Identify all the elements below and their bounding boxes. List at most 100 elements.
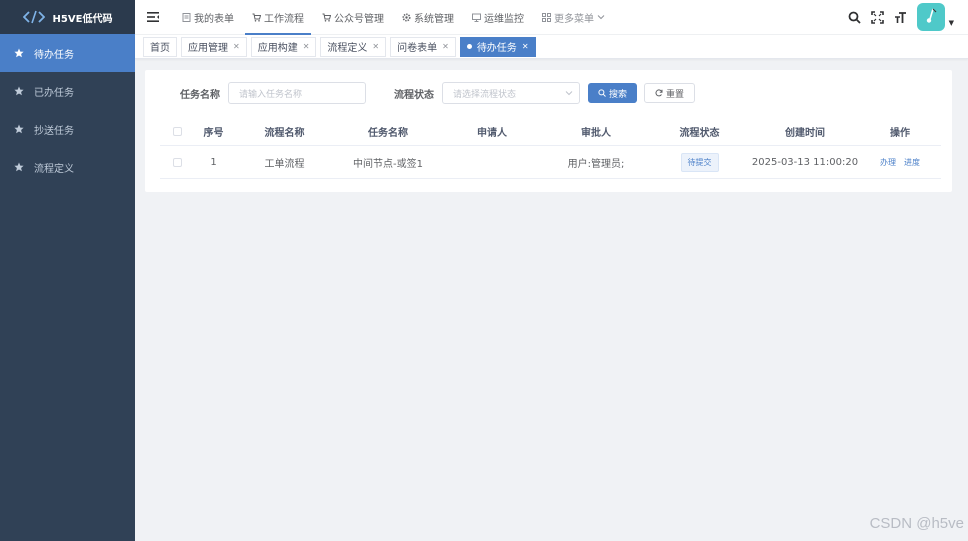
- reset-button[interactable]: 重置: [644, 83, 696, 103]
- avatar[interactable]: [916, 3, 945, 31]
- topnav-label: 系统管理: [414, 13, 454, 25]
- row-checkbox-cell: [160, 157, 194, 167]
- chevron-down-icon: [597, 15, 605, 20]
- sidebar-item-done-tasks[interactable]: 已办任务: [0, 72, 135, 110]
- search-button-label: 搜索: [609, 89, 628, 100]
- caret-down-icon[interactable]: ▼: [949, 19, 954, 27]
- close-icon[interactable]: ✕: [233, 42, 240, 51]
- cell-created-time: 2025-03-13 11:00:20: [751, 156, 859, 168]
- table-header-row: 序号 流程名称 任务名称 申请人 审批人 流程状态 创建时间 操作: [160, 118, 941, 146]
- handle-link[interactable]: 办理: [880, 157, 896, 168]
- select-all-checkbox[interactable]: [172, 127, 182, 136]
- tab-label: 首页: [150, 43, 170, 54]
- app-logo[interactable]: H5VE低代码: [0, 0, 135, 34]
- form-icon: [182, 12, 191, 22]
- cart-icon: [252, 13, 261, 22]
- column-header: 申请人: [477, 128, 507, 139]
- status-placeholder: 请选择流程状态: [453, 89, 517, 100]
- task-list-card: 任务名称 请输入任务名称 流程状态 请选择流程状态 搜索 重置 序号 流程名称 …: [145, 70, 952, 192]
- topnav-item-system[interactable]: 系统管理: [393, 0, 463, 35]
- sidebar-item-label: 流程定义: [34, 163, 74, 175]
- column-header: 序号: [203, 128, 224, 139]
- cell-process-name: 工单流程: [264, 158, 305, 170]
- tab-app-build[interactable]: 应用构建 ✕: [250, 36, 317, 57]
- close-icon[interactable]: ✕: [372, 42, 379, 51]
- topnav-item-my-forms[interactable]: 我的表单: [173, 0, 243, 35]
- tab-label: 流程定义: [327, 43, 368, 54]
- sidebar-item-label: 已办任务: [34, 87, 74, 99]
- gear-icon: [402, 12, 411, 22]
- watermark-text: CSDN @h5ve: [869, 515, 964, 532]
- topnav-label: 我的表单: [194, 13, 234, 25]
- fullscreen-icon[interactable]: [870, 10, 884, 24]
- cell-actions: 办理 进度: [859, 157, 941, 168]
- chevron-down-icon: [565, 91, 573, 96]
- column-header: 流程状态: [679, 128, 720, 139]
- code-logo-icon: [22, 10, 45, 24]
- tab-todo-tasks[interactable]: 待办任务 ✕: [459, 36, 536, 57]
- font-size-icon[interactable]: [894, 11, 907, 24]
- tab-questionnaire-form[interactable]: 问卷表单 ✕: [390, 36, 456, 57]
- search-icon[interactable]: [848, 11, 861, 24]
- task-name-label: 任务名称: [180, 89, 220, 101]
- star-icon: [14, 162, 24, 172]
- hamburger-menu-icon[interactable]: [147, 12, 159, 22]
- progress-link[interactable]: 进度: [904, 157, 920, 168]
- star-icon: [14, 48, 24, 58]
- topnav-label: 公众号管理: [334, 13, 384, 25]
- close-icon[interactable]: ✕: [522, 42, 529, 51]
- tab-label: 问卷表单: [397, 43, 438, 54]
- sidebar-item-label: 抄送任务: [34, 125, 74, 137]
- topnav-item-monitor[interactable]: 运维监控: [463, 0, 533, 35]
- tags-view-bar: 首页 应用管理 ✕ 应用构建 ✕ 流程定义 ✕ 问卷表单 ✕ 待办任务 ✕: [135, 35, 968, 59]
- sidebar-item-cc-tasks[interactable]: 抄送任务: [0, 110, 135, 148]
- search-icon: [598, 89, 606, 97]
- search-button[interactable]: 搜索: [588, 83, 638, 103]
- column-header: 创建时间: [785, 128, 825, 139]
- tab-label: 应用构建: [257, 43, 298, 54]
- topnav-item-more-menu[interactable]: 更多菜单: [533, 0, 614, 35]
- status-badge: 待提交: [680, 152, 719, 172]
- column-header: 流程名称: [264, 128, 305, 139]
- row-checkbox[interactable]: [172, 157, 182, 167]
- cell-task-name: 中间节点-或签1: [353, 158, 423, 170]
- user-avatar-icon: [926, 8, 937, 23]
- cell-approver: 用户:管理员;: [567, 158, 625, 170]
- sidebar-item-todo-tasks[interactable]: 待办任务: [0, 34, 135, 72]
- tab-process-definition[interactable]: 流程定义 ✕: [320, 36, 387, 57]
- cart-icon: [322, 13, 331, 22]
- topnav-item-official-account[interactable]: 公众号管理: [313, 0, 393, 35]
- tab-home[interactable]: 首页: [143, 36, 177, 57]
- star-icon: [14, 86, 24, 96]
- star-icon: [14, 124, 24, 134]
- cell-index: 1: [210, 156, 217, 168]
- monitor-icon: [472, 13, 481, 22]
- task-name-placeholder: 请输入任务名称: [239, 89, 303, 100]
- topnav-label: 工作流程: [264, 13, 304, 25]
- topnav-label: 更多菜单: [554, 13, 594, 25]
- app-logo-text: H5VE低代码: [52, 13, 113, 25]
- status-label: 流程状态: [394, 89, 434, 101]
- column-header: 操作: [890, 128, 910, 139]
- tab-app-management[interactable]: 应用管理 ✕: [181, 36, 247, 57]
- top-nav-menu: 我的表单 工作流程 公众号管理 系统管理 运维监控 更多菜单: [173, 0, 614, 35]
- cell-status: 待提交: [648, 152, 751, 172]
- topnav-label: 运维监控: [484, 13, 524, 25]
- active-dot-icon: [466, 44, 472, 49]
- top-navbar: 我的表单 工作流程 公众号管理 系统管理 运维监控 更多菜单 ▼: [135, 0, 968, 35]
- task-name-input[interactable]: 请输入任务名称: [228, 82, 366, 104]
- tab-label: 应用管理: [188, 43, 228, 54]
- close-icon[interactable]: ✕: [303, 42, 310, 51]
- reset-button-label: 重置: [666, 89, 685, 100]
- tab-label: 待办任务: [476, 43, 517, 54]
- sidebar: H5VE低代码 待办任务 已办任务 抄送任务 流程定义: [0, 0, 135, 541]
- top-right-tools: ▼: [848, 3, 968, 31]
- sidebar-item-process-definition[interactable]: 流程定义: [0, 148, 135, 186]
- topnav-item-workflow[interactable]: 工作流程: [243, 0, 313, 35]
- status-select[interactable]: 请选择流程状态: [442, 82, 580, 104]
- table-row[interactable]: 1 工单流程 中间节点-或签1 用户:管理员; 待提交 2025-03-13 1…: [160, 146, 941, 179]
- close-icon[interactable]: ✕: [442, 42, 449, 51]
- select-all-checkbox-cell: [160, 127, 194, 136]
- column-header: 任务名称: [368, 128, 408, 139]
- sidebar-item-label: 待办任务: [34, 49, 74, 61]
